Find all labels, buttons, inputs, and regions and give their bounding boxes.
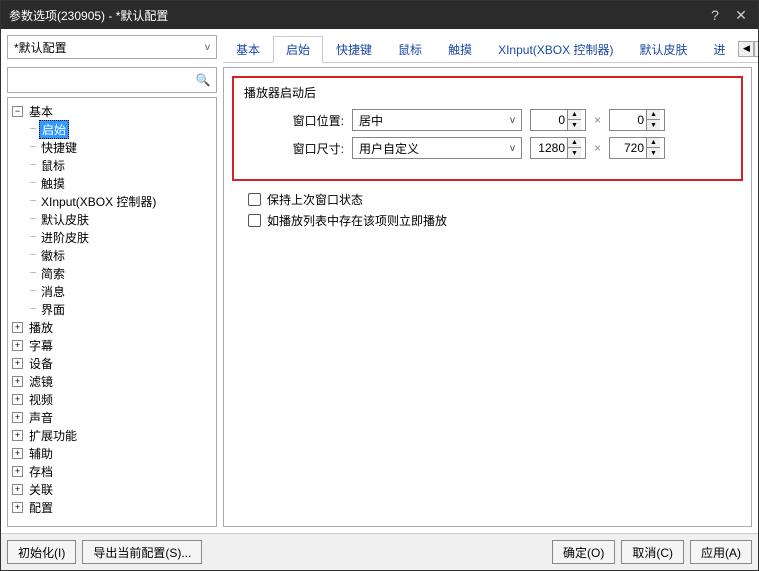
tree-item[interactable]: 关联	[27, 481, 55, 498]
spin-up-icon[interactable]: ▲	[646, 138, 660, 148]
search-input[interactable]	[12, 70, 194, 90]
window-size-w[interactable]: ▲▼	[530, 137, 586, 159]
highlight-region: 播放器启动后 窗口位置: 居中 v ▲▼ ×	[232, 76, 743, 181]
window-position-label: 窗口位置:	[244, 112, 344, 129]
window-position-select[interactable]: 居中 v	[352, 109, 522, 131]
init-button[interactable]: 初始化(I)	[7, 540, 76, 564]
search-icon[interactable]: 🔍	[194, 73, 212, 87]
tree-item[interactable]: 默认皮肤	[39, 211, 91, 228]
chevron-down-icon: v	[510, 143, 515, 154]
tab-touch[interactable]: 触摸	[435, 36, 485, 62]
expand-icon[interactable]: +	[12, 430, 23, 441]
expand-icon[interactable]: +	[12, 322, 23, 333]
expand-icon[interactable]: +	[12, 502, 23, 513]
tab-hotkey[interactable]: 快捷键	[323, 36, 385, 62]
spin-down-icon[interactable]: ▼	[567, 148, 581, 158]
spin-up-icon[interactable]: ▲	[646, 110, 660, 120]
tab-defaultskin[interactable]: 默认皮肤	[626, 36, 700, 62]
expand-icon[interactable]: +	[12, 484, 23, 495]
tab-basic[interactable]: 基本	[223, 36, 273, 62]
chevron-down-icon: v	[205, 42, 210, 53]
tree-item[interactable]: XInput(XBOX 控制器)	[39, 193, 158, 210]
checkbox-icon	[248, 214, 261, 227]
window-title: 参数选项(230905) - *默认配置	[9, 7, 168, 24]
window-size-label: 窗口尺寸:	[244, 140, 344, 157]
tree-item[interactable]: 滤镜	[27, 373, 55, 390]
times-icon: ×	[594, 113, 601, 127]
keep-last-window-checkbox[interactable]: 保持上次窗口状态	[248, 191, 743, 208]
window-size-select[interactable]: 用户自定义 v	[352, 137, 522, 159]
tree-item[interactable]: 鼠标	[39, 157, 67, 174]
tree-item[interactable]: 配置	[27, 499, 55, 516]
export-button[interactable]: 导出当前配置(S)...	[82, 540, 202, 564]
search-input-container: 🔍	[7, 67, 217, 93]
tree-item[interactable]: 视频	[27, 391, 55, 408]
expand-icon[interactable]: +	[12, 394, 23, 405]
group-title: 播放器启动后	[244, 84, 731, 101]
spin-down-icon[interactable]: ▼	[646, 148, 660, 158]
tab-scroll-left-icon[interactable]: ◀	[738, 41, 754, 57]
checkbox-icon	[248, 193, 261, 206]
ok-button[interactable]: 确定(O)	[552, 540, 615, 564]
tab-xinput[interactable]: XInput(XBOX 控制器)	[485, 36, 626, 62]
window-size-h[interactable]: ▲▼	[609, 137, 665, 159]
spin-up-icon[interactable]: ▲	[567, 110, 581, 120]
tree-item[interactable]: 进阶皮肤	[39, 229, 91, 246]
apply-button[interactable]: 应用(A)	[690, 540, 752, 564]
tab-more[interactable]: 进	[700, 36, 738, 62]
tree-item[interactable]: 消息	[39, 283, 67, 300]
settings-panel: 播放器启动后 窗口位置: 居中 v ▲▼ ×	[223, 67, 752, 527]
cancel-button[interactable]: 取消(C)	[621, 540, 684, 564]
tree-item[interactable]: 触摸	[39, 175, 67, 192]
close-icon[interactable]: ✕	[732, 7, 750, 24]
tree-item[interactable]: 快捷键	[39, 139, 79, 156]
titlebar: 参数选项(230905) - *默认配置 ? ✕	[1, 1, 758, 29]
spin-down-icon[interactable]: ▼	[567, 120, 581, 130]
times-icon: ×	[594, 141, 601, 155]
tree-item[interactable]: 扩展功能	[27, 427, 79, 444]
tree-item[interactable]: 启始	[39, 120, 69, 139]
spin-up-icon[interactable]: ▲	[567, 138, 581, 148]
chevron-down-icon: v	[510, 115, 515, 126]
config-selector[interactable]: *默认配置 v	[7, 35, 217, 59]
expand-icon[interactable]: +	[12, 412, 23, 423]
tree-root[interactable]: 基本	[27, 103, 55, 120]
tab-mouse[interactable]: 鼠标	[385, 36, 435, 62]
tree-item[interactable]: 存档	[27, 463, 55, 480]
tree-item[interactable]: 界面	[39, 301, 67, 318]
expand-icon[interactable]: +	[12, 340, 23, 351]
footer: 初始化(I) 导出当前配置(S)... 确定(O) 取消(C) 应用(A)	[1, 533, 758, 570]
tab-bar: 基本 启始 快捷键 鼠标 触摸 XInput(XBOX 控制器) 默认皮肤 进 …	[223, 35, 758, 63]
play-if-exists-checkbox[interactable]: 如播放列表中存在该项则立即播放	[248, 212, 743, 229]
tree-item[interactable]: 徽标	[39, 247, 67, 264]
tree-item[interactable]: 播放	[27, 319, 55, 336]
window-position-x[interactable]: ▲▼	[530, 109, 586, 131]
tree-item[interactable]: 简索	[39, 265, 67, 282]
expand-icon[interactable]: +	[12, 376, 23, 387]
expand-icon[interactable]: +	[12, 466, 23, 477]
spin-down-icon[interactable]: ▼	[646, 120, 660, 130]
expand-icon[interactable]: −	[12, 106, 23, 117]
expand-icon[interactable]: +	[12, 358, 23, 369]
config-selector-value: *默认配置	[14, 39, 67, 56]
category-tree[interactable]: −基本 ┈启始┈快捷键┈鼠标┈触摸┈XInput(XBOX 控制器)┈默认皮肤┈…	[7, 97, 217, 527]
tree-item[interactable]: 声音	[27, 409, 55, 426]
tree-item[interactable]: 辅助	[27, 445, 55, 462]
help-icon[interactable]: ?	[706, 7, 724, 24]
tab-scroll-right-icon[interactable]: ▶	[754, 41, 758, 57]
tree-item[interactable]: 设备	[27, 355, 55, 372]
window-position-y[interactable]: ▲▼	[609, 109, 665, 131]
tab-start[interactable]: 启始	[273, 36, 323, 63]
expand-icon[interactable]: +	[12, 448, 23, 459]
tree-item[interactable]: 字幕	[27, 337, 55, 354]
